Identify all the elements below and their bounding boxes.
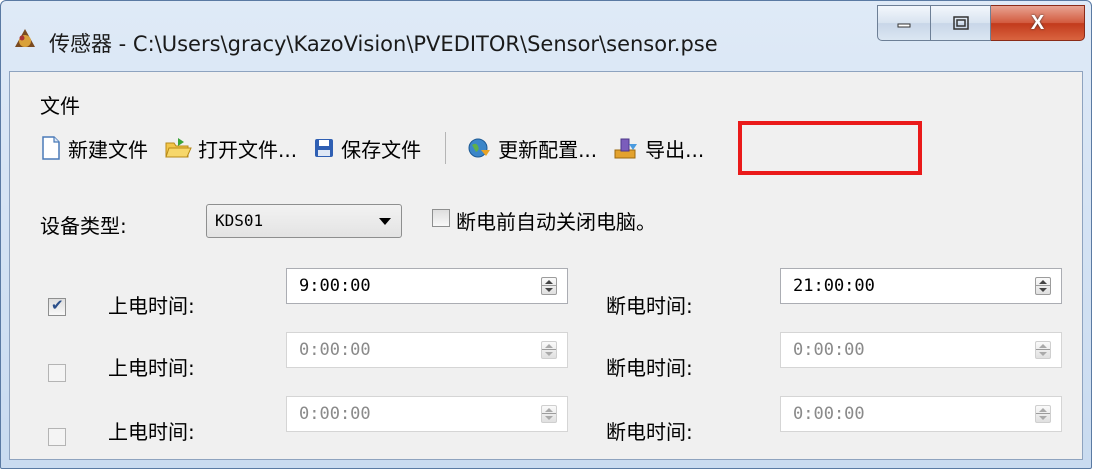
- auto-shutdown-label: 断电前自动关闭电脑。: [456, 210, 656, 234]
- schedule-row-3-checkbox[interactable]: [48, 428, 66, 446]
- menu-file[interactable]: 文件: [40, 90, 80, 119]
- chevron-down-icon: [379, 218, 391, 225]
- window-title: 传感器 - C:\Users\gracy\KazoVision\PVEDITOR…: [49, 32, 718, 56]
- spinner-icon[interactable]: [1035, 341, 1051, 359]
- save-file-label: 保存文件: [341, 137, 422, 162]
- open-folder-icon: [165, 138, 192, 158]
- toolbar-separator: [445, 132, 447, 164]
- new-file-button[interactable]: 新建文件: [40, 131, 148, 165]
- power-on-time-3-value: 0:00:00: [299, 404, 371, 424]
- auto-shutdown-checkbox[interactable]: [432, 209, 450, 227]
- power-off-time-1-value: 21:00:00: [793, 276, 875, 296]
- device-type-label: 设备类型:: [40, 214, 127, 238]
- power-on-time-2-value: 0:00:00: [299, 340, 371, 360]
- minimize-icon: [897, 23, 911, 28]
- export-icon: [614, 138, 638, 159]
- spinner-icon[interactable]: [1035, 405, 1051, 423]
- maximize-icon: [952, 16, 969, 30]
- toolbar: 新建文件 打开文件... 保存文件 更新配置... 导出...: [40, 130, 720, 166]
- app-icon: [15, 29, 35, 47]
- app-window: 传感器 - C:\Users\gracy\KazoVision\PVEDITOR…: [0, 0, 1092, 469]
- client-area: 文件 新建文件 打开文件... 保存文件 更新配置... 导出... 设备类型:…: [9, 71, 1083, 460]
- schedule-row-2-checkbox[interactable]: [48, 364, 66, 382]
- update-config-button[interactable]: 更新配置...: [466, 131, 597, 165]
- export-label: 导出...: [645, 137, 705, 162]
- power-off-label-3: 断电时间:: [606, 420, 693, 444]
- save-file-button[interactable]: 保存文件: [313, 131, 421, 165]
- power-on-label-1: 上电时间:: [108, 294, 195, 318]
- close-icon: X: [1030, 11, 1045, 34]
- power-off-time-3-value: 0:00:00: [793, 404, 865, 424]
- open-file-label: 打开文件...: [198, 137, 298, 162]
- maximize-button[interactable]: [931, 5, 991, 41]
- power-off-label-2: 断电时间:: [606, 356, 693, 380]
- open-file-button[interactable]: 打开文件...: [164, 131, 297, 165]
- save-icon: [315, 139, 334, 157]
- title-bar[interactable]: 传感器 - C:\Users\gracy\KazoVision\PVEDITOR…: [1, 1, 1091, 71]
- power-on-label-3: 上电时间:: [108, 420, 195, 444]
- export-button[interactable]: 导出...: [613, 131, 704, 165]
- update-config-label: 更新配置...: [498, 137, 598, 162]
- device-type-value: KDS01: [215, 211, 264, 230]
- power-on-time-3[interactable]: 0:00:00: [286, 396, 568, 432]
- power-on-label-2: 上电时间:: [108, 356, 195, 380]
- export-highlight-box: [738, 121, 922, 175]
- power-off-time-2-value: 0:00:00: [793, 340, 865, 360]
- power-off-time-1[interactable]: 21:00:00: [780, 268, 1062, 304]
- spinner-icon[interactable]: [1035, 277, 1051, 295]
- device-type-select[interactable]: KDS01: [206, 204, 402, 238]
- new-file-icon: [42, 136, 60, 160]
- spinner-icon[interactable]: [541, 405, 557, 423]
- new-file-label: 新建文件: [68, 137, 148, 162]
- power-on-time-1[interactable]: 9:00:00: [286, 268, 568, 304]
- power-off-time-2[interactable]: 0:00:00: [780, 332, 1062, 368]
- close-button[interactable]: X: [991, 5, 1085, 41]
- spinner-icon[interactable]: [541, 277, 557, 295]
- caption-buttons: X: [877, 5, 1085, 41]
- power-on-time-2[interactable]: 0:00:00: [286, 332, 568, 368]
- power-off-time-3[interactable]: 0:00:00: [780, 396, 1062, 432]
- schedule-row-1-checkbox[interactable]: [48, 296, 66, 316]
- minimize-button[interactable]: [877, 5, 931, 41]
- power-off-label-1: 断电时间:: [606, 294, 693, 318]
- power-on-time-1-value: 9:00:00: [299, 276, 371, 296]
- spinner-icon[interactable]: [541, 341, 557, 359]
- update-globe-icon: [468, 138, 491, 158]
